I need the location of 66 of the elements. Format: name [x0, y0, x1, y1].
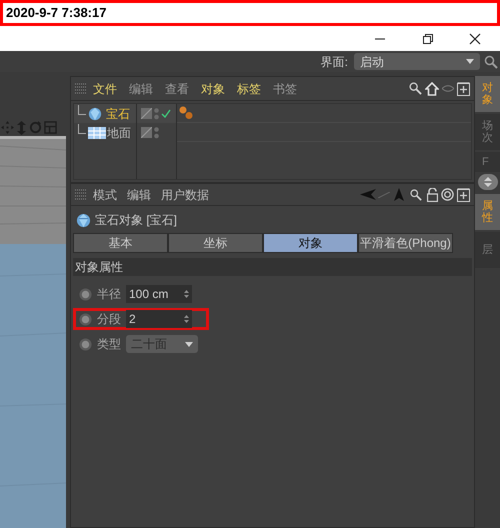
tab[interactable]: 对象 — [263, 233, 358, 253]
object-title: 宝石对象 [宝石] — [95, 212, 178, 229]
search-icon[interactable] — [409, 82, 422, 95]
animate-radio-icon[interactable] — [79, 288, 92, 300]
stepper-icon[interactable] — [184, 290, 189, 298]
check-icon[interactable] — [161, 109, 171, 118]
menu-item[interactable]: 编辑 — [127, 186, 151, 204]
number-field[interactable]: 2 — [126, 310, 192, 328]
layout-dropdown[interactable]: 启动 — [354, 53, 480, 70]
gem-icon — [76, 212, 91, 228]
number-field[interactable]: 100 cm — [126, 285, 192, 303]
menu-item[interactable]: 对象 — [201, 80, 225, 98]
menu-item[interactable]: 用户数据 — [161, 186, 209, 204]
side-tab[interactable]: 属性 — [475, 194, 500, 230]
section-header: 对象属性 — [75, 259, 123, 276]
object-name: 地面 — [107, 124, 131, 142]
menu-item[interactable]: 标签 — [237, 80, 261, 98]
menu-item[interactable]: 书签 — [273, 80, 297, 98]
target-icon[interactable] — [441, 188, 454, 201]
param-label: 类型 — [97, 336, 121, 353]
restore-icon[interactable] — [422, 32, 434, 44]
animate-radio-icon[interactable] — [79, 338, 92, 350]
lock-icon[interactable] — [427, 188, 438, 202]
tab[interactable]: 坐标 — [168, 233, 263, 253]
scroll-knob[interactable] — [478, 174, 498, 190]
layer-icon[interactable] — [141, 127, 152, 138]
up-down-arrow-icon — [484, 177, 492, 187]
stepper-icon[interactable] — [184, 315, 189, 323]
animate-radio-icon[interactable] — [79, 312, 92, 326]
gem-icon — [88, 106, 102, 120]
object-name: 宝石 — [106, 106, 130, 122]
floor-grid-icon — [88, 126, 106, 138]
eye-icon[interactable] — [442, 85, 454, 92]
search-icon[interactable] — [410, 188, 422, 200]
material-spheres-icon[interactable] — [179, 106, 193, 120]
side-tab[interactable]: 层 — [475, 232, 500, 268]
layer-icon[interactable] — [141, 108, 152, 119]
back-arrow-icon[interactable] — [360, 189, 376, 200]
grip-icon[interactable] — [75, 188, 87, 200]
object-row[interactable]: 地面 — [74, 123, 136, 142]
menu-item[interactable]: 模式 — [93, 186, 117, 204]
new-panel-icon[interactable] — [457, 188, 470, 202]
dropdown-arrow-icon — [466, 59, 474, 64]
tab[interactable]: 平滑着色(Phong) — [358, 233, 453, 253]
timestamp: 2020-9-7 7:38:17 — [6, 4, 106, 22]
object-row[interactable]: 宝石 — [74, 104, 136, 123]
side-tab[interactable]: 对象 — [475, 76, 500, 112]
tab[interactable]: 基本 — [73, 233, 168, 253]
up-arrow-icon[interactable] — [394, 188, 404, 201]
new-panel-icon[interactable] — [457, 82, 470, 96]
close-icon[interactable] — [469, 32, 481, 44]
grip-icon[interactable] — [75, 82, 87, 94]
menu-item[interactable]: 编辑 — [129, 80, 153, 98]
layout-label: 界面: — [320, 54, 348, 70]
forward-line-icon[interactable] — [378, 192, 390, 198]
param-label: 分段 — [97, 311, 121, 328]
param-label: 半径 — [97, 286, 121, 303]
dropdown-arrow-icon — [185, 342, 193, 346]
side-tab[interactable]: 场次 — [475, 114, 500, 150]
home-icon[interactable] — [425, 82, 439, 96]
menu-item[interactable]: 文件 — [93, 80, 117, 98]
side-tab[interactable]: F — [475, 152, 500, 172]
visibility-dots-icon[interactable] — [154, 108, 159, 120]
menu-item[interactable]: 查看 — [165, 80, 189, 98]
visibility-dots-icon[interactable] — [154, 126, 159, 138]
search-icon[interactable] — [484, 54, 498, 68]
